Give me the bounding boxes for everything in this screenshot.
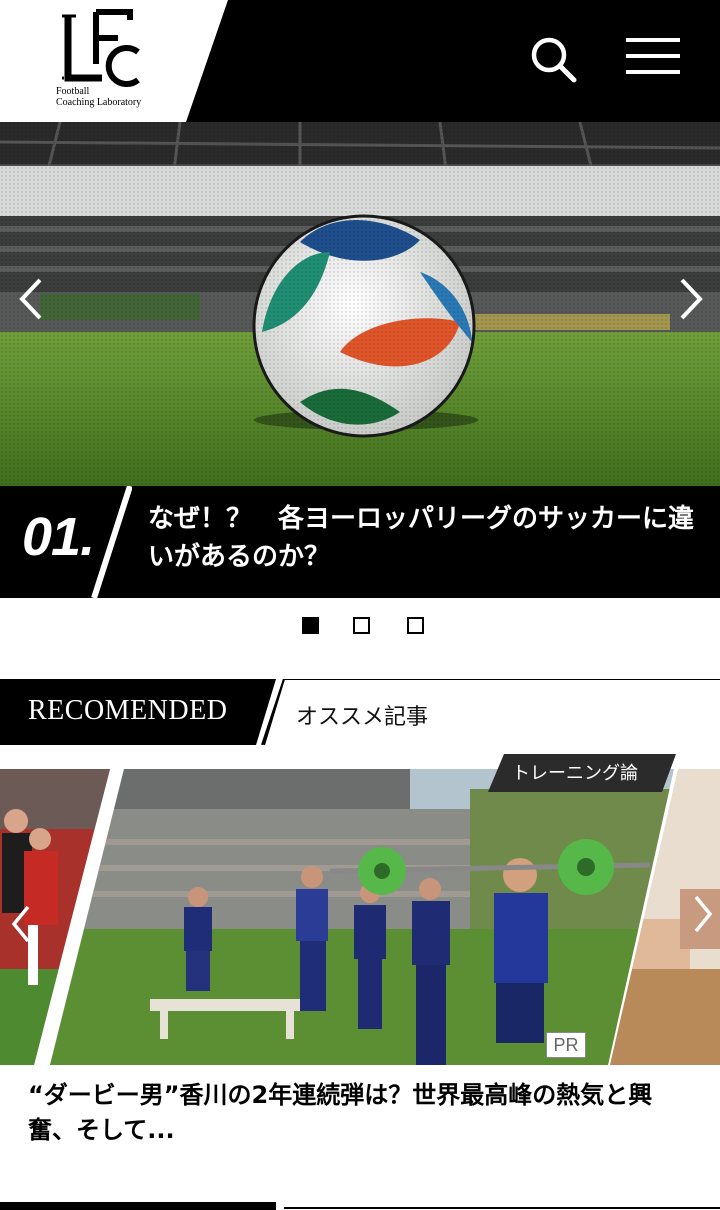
card-main-image[interactable]	[50, 769, 674, 1065]
menu-button[interactable]	[626, 36, 684, 80]
logo-line2: Coaching Laboratory	[56, 97, 142, 108]
page: Football Coaching Laboratory 01. なぜ！？ 各ヨ…	[0, 0, 720, 1210]
slider-pagination	[0, 617, 720, 635]
hamburger-line	[626, 70, 680, 74]
search-button[interactable]	[528, 34, 580, 86]
pr-badge: PR	[546, 1032, 586, 1058]
hamburger-line	[626, 54, 680, 58]
pagination-dot-1[interactable]	[302, 617, 319, 634]
logo-mark-icon	[62, 9, 140, 87]
card-main-photo	[50, 769, 674, 1065]
category-tag[interactable]: トレーニング論	[512, 759, 638, 785]
hero-slider[interactable]	[0, 122, 720, 488]
carousel-next-button[interactable]	[688, 891, 718, 937]
recommended-heading: RECOMENDED オススメ記事	[0, 679, 720, 745]
hero-image	[0, 122, 720, 488]
caption-divider	[91, 486, 132, 598]
article-title[interactable]: “ダービー男”香川の2年連続弾は？世界最高峰の熱気と興奮、そして...	[28, 1078, 698, 1148]
slide-title[interactable]: なぜ！？ 各ヨーロッパリーグのサッカーに違いがあるのか？	[148, 500, 708, 576]
slide-number: 01.	[22, 507, 95, 567]
pagination-dot-3[interactable]	[407, 617, 424, 634]
hamburger-menu-icon	[626, 38, 680, 42]
logo-text: Football Coaching Laboratory	[56, 86, 166, 108]
pagination-dot-2[interactable]	[353, 617, 370, 634]
next-section-divider	[0, 1202, 720, 1210]
search-icon	[531, 37, 577, 83]
recommended-carousel[interactable]	[0, 769, 720, 1065]
carousel-prev-button[interactable]	[6, 901, 36, 947]
recommended-label-jp: オススメ記事	[296, 705, 429, 730]
slider-next-button[interactable]	[676, 276, 706, 322]
logo-line1: Football	[56, 86, 90, 97]
slider-prev-button[interactable]	[16, 276, 46, 322]
